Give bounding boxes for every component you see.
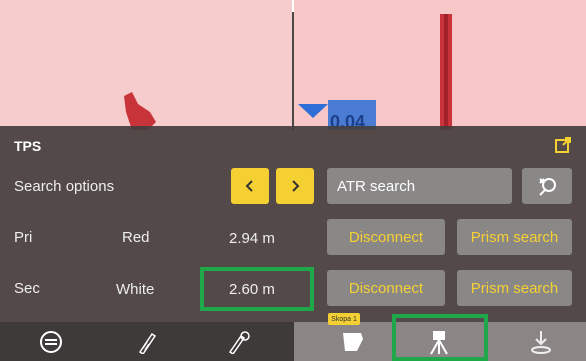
tps-panel: TPS Search options ATR search Pri Red 2.… [0, 126, 586, 322]
boom-settings-button[interactable] [200, 322, 278, 361]
download-location-icon [531, 330, 551, 354]
right-view: 0.04 [294, 0, 586, 132]
chevron-right-icon [292, 180, 300, 192]
sec-distance: 2.60 m [229, 281, 275, 298]
pri-label: Pri [14, 229, 33, 246]
boom-view-button[interactable] [108, 322, 186, 361]
pri-disconnect-button[interactable]: Disconnect [327, 219, 445, 255]
sec-color: White [116, 281, 155, 298]
bucket-button[interactable] [314, 322, 392, 361]
prev-option-button[interactable] [231, 168, 269, 204]
bucket-icon [343, 332, 363, 351]
view-divider [292, 12, 294, 130]
left-view [0, 0, 292, 130]
search-tool-button[interactable] [522, 168, 572, 204]
right-machine-graphic: 0.04 [298, 14, 452, 132]
location-button[interactable] [502, 322, 580, 361]
prism-search-icon [539, 178, 556, 196]
search-mode-field[interactable]: ATR search [327, 168, 512, 204]
pri-distance: 2.94 m [229, 230, 275, 247]
pri-color: Red [122, 229, 150, 246]
open-external-icon[interactable] [554, 136, 572, 154]
menu-button[interactable] [12, 322, 90, 361]
pri-prism-search-button[interactable]: Prism search [457, 219, 572, 255]
panel-title: TPS [14, 138, 42, 154]
chevron-left-icon [245, 180, 253, 192]
sec-label: Sec [14, 280, 40, 297]
menu-circle-icon [40, 330, 62, 353]
tps-button-highlight [392, 314, 488, 361]
search-options-label: Search options [14, 178, 115, 195]
boom-icon [138, 332, 157, 354]
sec-prism-search-button[interactable]: Prism search [457, 270, 572, 306]
sec-disconnect-button[interactable]: Disconnect [327, 270, 445, 306]
next-option-button[interactable] [276, 168, 314, 204]
bucket-tag: Skopa 1 [328, 313, 360, 325]
left-machine-graphic [124, 92, 156, 130]
boom-settings-icon [228, 330, 250, 354]
